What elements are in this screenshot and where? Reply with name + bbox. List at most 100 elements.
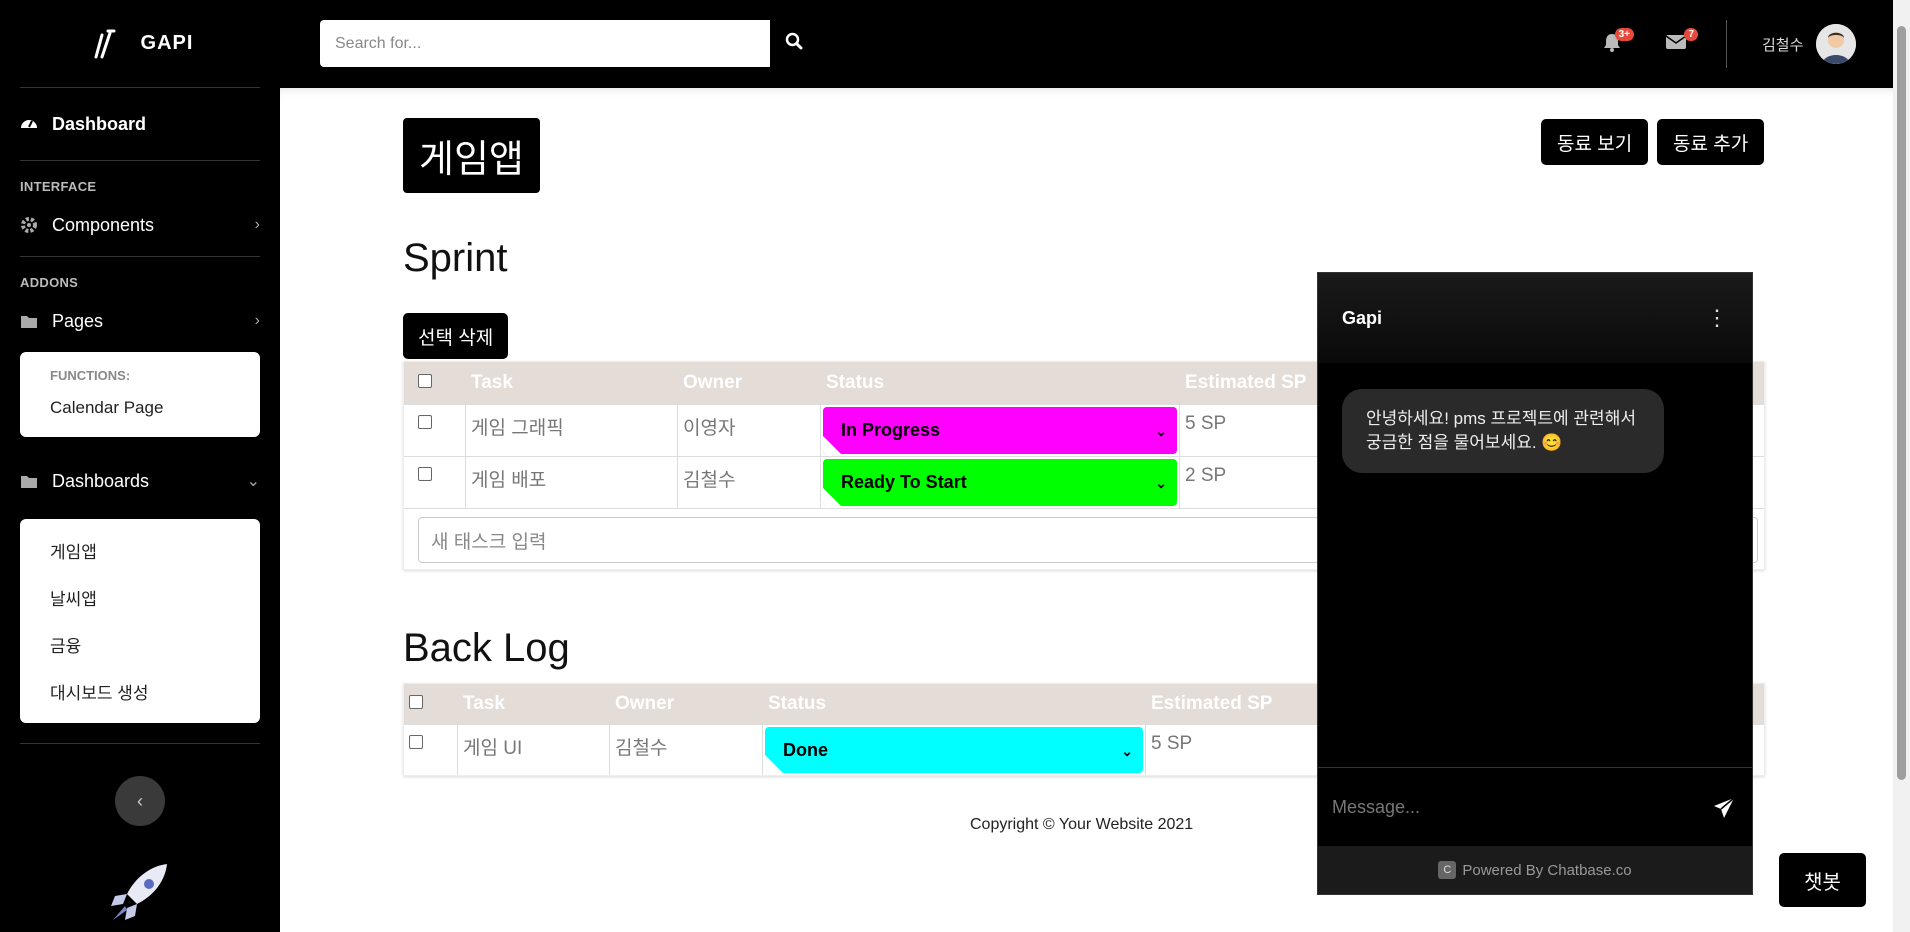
header-status: Status (768, 693, 827, 714)
submenu-heading: FUNCTIONS: (50, 368, 131, 383)
rocket-icon (105, 858, 175, 928)
chevron-down-icon: ⌄ (1121, 743, 1133, 759)
row-checkbox[interactable] (418, 415, 432, 429)
status-value: Ready To Start (841, 472, 967, 492)
alerts-button[interactable]: 3+ (1598, 28, 1634, 58)
status-value: In Progress (841, 420, 941, 440)
chat-widget: Gapi ⋮ 안녕하세요! pms 프로젝트에 관련해서 궁금한 점을 물어보세… (1317, 272, 1753, 895)
divider (20, 743, 260, 744)
select-all-cell (404, 685, 458, 723)
row-select-cell (404, 457, 466, 508)
avatar[interactable] (1816, 24, 1856, 64)
sidebar-heading-interface: INTERFACE (20, 179, 97, 194)
sidebar: GAPI Dashboard INTERFACE Components › AD… (0, 0, 280, 932)
topbar: 3+ 7 김철수 (280, 0, 1893, 88)
submenu-item-finance[interactable]: 금융 (20, 621, 260, 668)
sprint-title: Sprint (403, 236, 508, 280)
select-all-checkbox[interactable] (409, 695, 423, 709)
task-cell[interactable]: 게임 그래픽 (466, 405, 678, 456)
status-select[interactable]: Ready To Start ⌄ (823, 459, 1177, 506)
backlog-title: Back Log (403, 626, 570, 670)
pen-logo-icon (87, 26, 123, 62)
sidebar-item-label: Dashboard (52, 113, 147, 134)
chevron-down-icon: ⌄ (1155, 475, 1167, 491)
messages-button[interactable]: 7 (1662, 28, 1698, 58)
owner-cell: 이영자 (678, 405, 821, 456)
status-select[interactable]: In Progress ⌄ (823, 407, 1177, 454)
sidebar-item-dashboard[interactable]: Dashboard (0, 88, 280, 160)
send-icon[interactable] (1710, 794, 1738, 822)
chevron-down-icon: ⌄ (1155, 423, 1167, 439)
sidebar-item-dashboards[interactable]: Dashboards ⌄ (0, 437, 280, 525)
chat-message: 안녕하세요! pms 프로젝트에 관련해서 궁금한 점을 물어보세요. 😊 (1342, 389, 1664, 473)
sp-cell: 5 SP (1151, 733, 1193, 754)
select-all-checkbox[interactable] (418, 374, 432, 388)
gear-icon (20, 215, 40, 235)
header-owner: Owner (615, 693, 675, 714)
sp-cell: 5 SP (1185, 413, 1227, 434)
sidebar-item-label: Dashboards (52, 470, 150, 491)
row-checkbox[interactable] (409, 735, 423, 749)
chatbot-button[interactable]: 챗봇 (1779, 853, 1866, 907)
powered-by-text: Powered By Chatbase.co (1462, 861, 1632, 879)
sidebar-item-components[interactable]: Components › (0, 194, 280, 256)
header-task: Task (463, 693, 505, 714)
chat-input-row (1318, 767, 1752, 847)
folder-icon (20, 311, 40, 331)
sidebar-item-label: Pages (52, 310, 104, 331)
speedometer-icon (20, 114, 40, 134)
task-cell[interactable]: 게임 UI (458, 725, 610, 775)
powered-by[interactable]: C Powered By Chatbase.co (1318, 846, 1752, 894)
alerts-badge: 3+ (1614, 28, 1634, 41)
status-value: Done (783, 739, 828, 760)
header-estimated-sp: Estimated SP (1151, 693, 1273, 714)
header-estimated-sp: Estimated SP (1185, 372, 1307, 393)
sidebar-collapse-button[interactable]: ‹ (115, 776, 165, 826)
chatbase-logo: C (1438, 861, 1457, 879)
header-task: Task (471, 372, 513, 393)
dashboards-submenu: 게임앱 날씨앱 금융 대시보드 생성 (20, 519, 260, 723)
select-all-cell (404, 364, 466, 402)
scrollbar[interactable] (1893, 0, 1910, 932)
row-checkbox[interactable] (418, 467, 432, 481)
add-colleague-button[interactable]: 동료 추가 (1657, 119, 1765, 165)
submenu-item-game-app[interactable]: 게임앱 (20, 527, 260, 574)
header-status: Status (826, 372, 885, 393)
search-button[interactable] (770, 20, 818, 67)
more-vertical-icon[interactable]: ⋮ (1706, 305, 1728, 331)
chevron-right-icon: › (254, 216, 260, 233)
row-select-cell (404, 725, 458, 775)
brand-name: GAPI (140, 32, 194, 54)
sidebar-item-label: Components (52, 214, 155, 235)
header-owner: Owner (683, 372, 743, 393)
chat-message-input[interactable] (1332, 797, 1710, 818)
search-icon (785, 32, 803, 55)
task-cell[interactable]: 게임 배포 (466, 457, 678, 508)
status-cell: Done ⌄ (763, 725, 1146, 775)
submenu-item-create-dashboard[interactable]: 대시보드 생성 (20, 668, 260, 715)
topbar-divider (1726, 20, 1727, 68)
delete-selected-button[interactable]: 선택 삭제 (403, 313, 509, 359)
submenu-item-weather-app[interactable]: 날씨앱 (20, 574, 260, 621)
owner-cell: 김철수 (678, 457, 821, 508)
chat-header: Gapi ⋮ (1318, 273, 1752, 363)
search-input[interactable] (320, 20, 770, 67)
scrollbar-thumb[interactable] (1897, 26, 1906, 780)
sidebar-item-pages[interactable]: Pages › (0, 290, 280, 352)
status-cell: Ready To Start ⌄ (821, 457, 1180, 508)
submenu-item-calendar[interactable]: Calendar Page (20, 387, 260, 429)
folder-icon (20, 471, 40, 491)
sp-cell: 2 SP (1185, 465, 1227, 486)
page-title: 게임앱 (403, 118, 540, 193)
chevron-down-icon: ⌄ (246, 473, 260, 490)
chat-title: Gapi (1342, 307, 1383, 328)
brand[interactable]: GAPI (20, 0, 260, 88)
user-name[interactable]: 김철수 (1762, 34, 1803, 55)
view-colleagues-button[interactable]: 동료 보기 (1541, 119, 1649, 165)
messages-badge: 7 (1684, 28, 1698, 41)
sidebar-heading-addons: ADDONS (20, 275, 79, 290)
status-cell: In Progress ⌄ (821, 405, 1180, 456)
status-select[interactable]: Done ⌄ (765, 727, 1143, 773)
pages-submenu: FUNCTIONS: Calendar Page (20, 352, 260, 437)
copyright: Copyright © Your Website 2021 (970, 816, 1194, 833)
